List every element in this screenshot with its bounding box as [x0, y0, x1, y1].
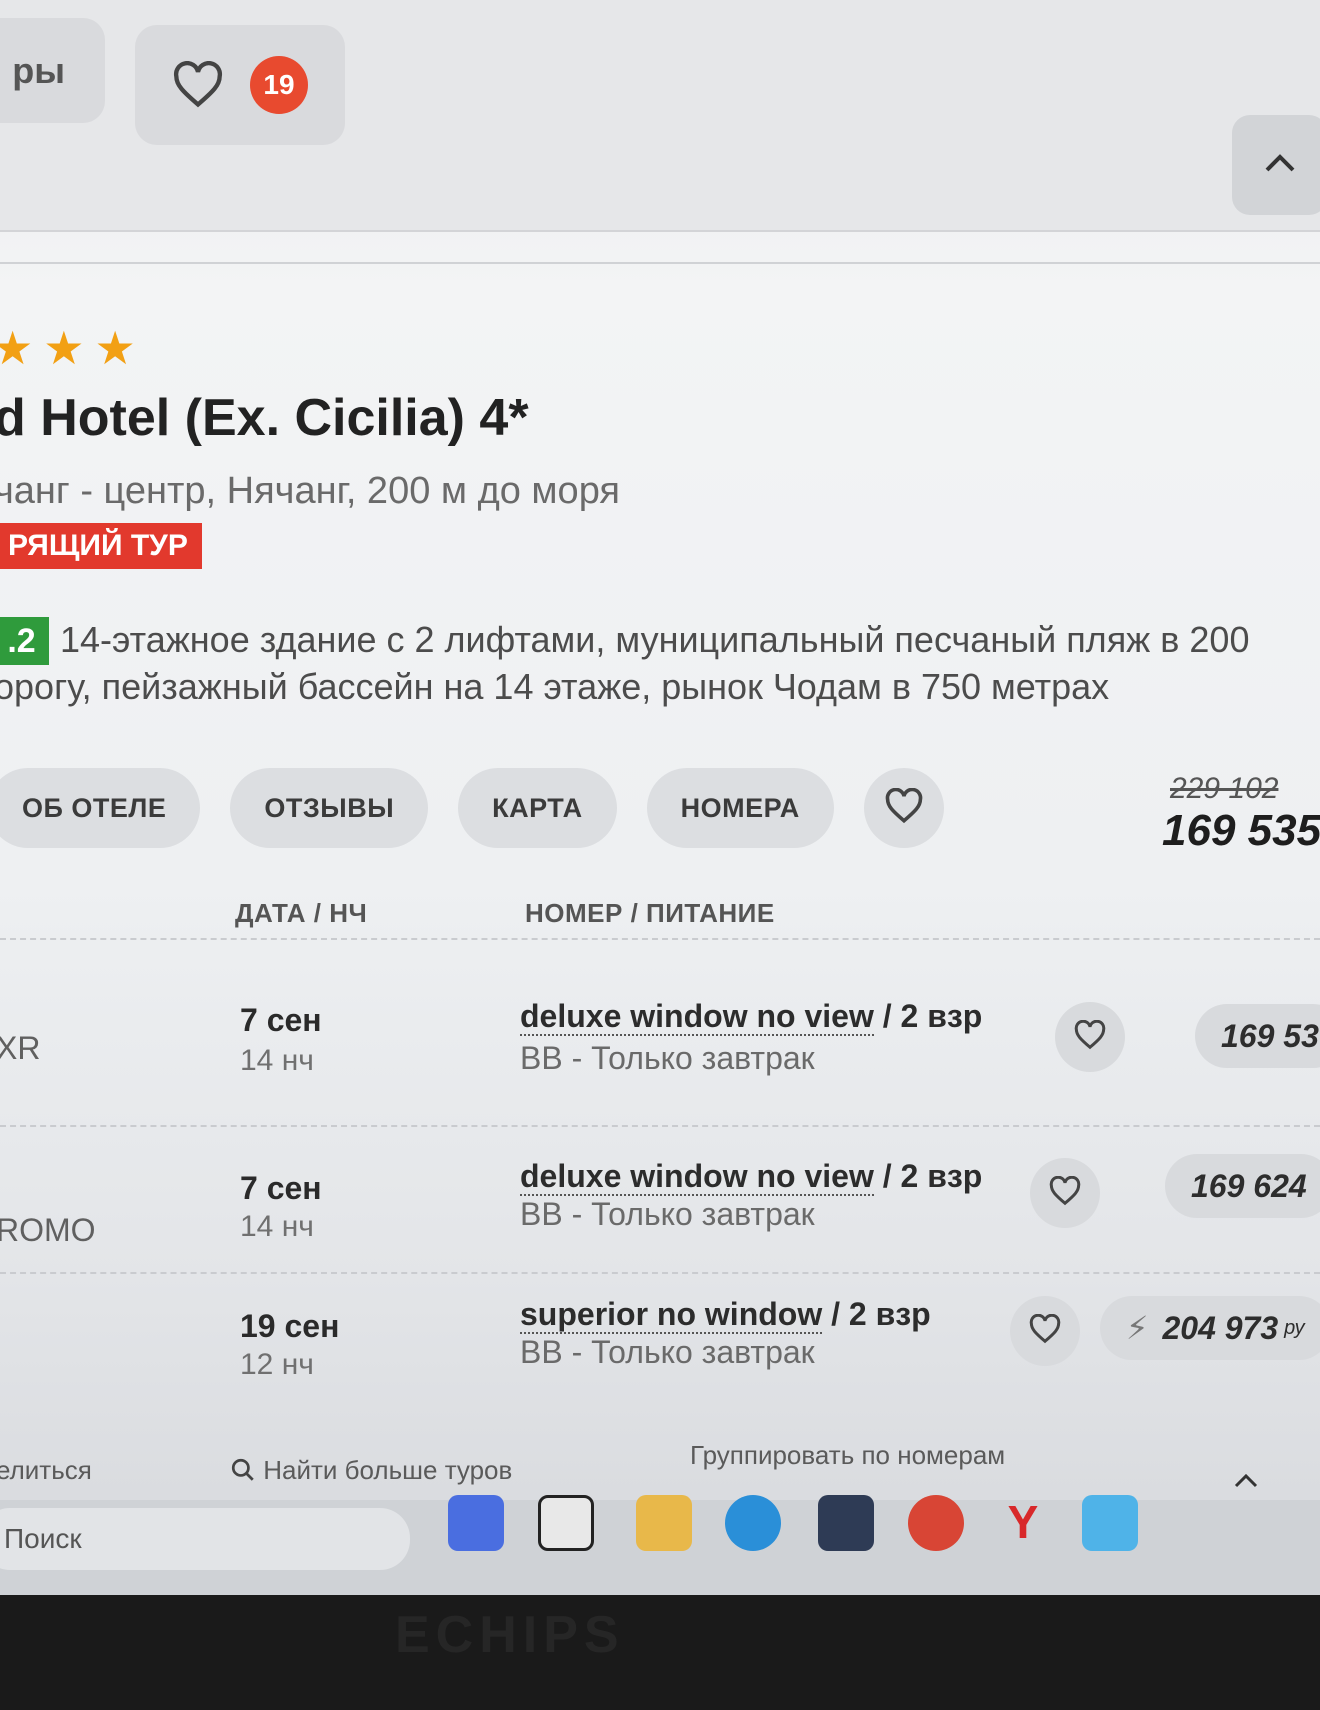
room-type[interactable]: deluxe window no view / 2 взр	[520, 1158, 983, 1196]
find-more-tours-link[interactable]: Найти больше туров	[230, 1455, 512, 1486]
file-explorer-icon[interactable]	[636, 1495, 692, 1551]
filter-pill[interactable]: ры	[0, 18, 105, 123]
tab-reviews[interactable]: ОТЗЫВЫ	[230, 768, 429, 848]
hotel-description-cont: орогу, пейзажный бассейн на 14 этаже, ры…	[0, 666, 1110, 707]
filter-pill-label: ры	[12, 49, 65, 91]
chat-app-icon[interactable]	[1082, 1495, 1138, 1551]
copilot-app-icon[interactable]	[448, 1495, 504, 1551]
screen: ры 19 ★ ★ ★ d Hotel (Ex. Cicilia) 4* чан…	[0, 0, 1320, 1595]
table-divider	[0, 1125, 1320, 1127]
table-row[interactable]: ROMO 7 сен 14 нч deluxe window no view /…	[0, 1150, 1320, 1300]
tour-date: 7 сен	[240, 1002, 322, 1038]
row-price-button[interactable]: ⚡ 204 973 ру	[1100, 1296, 1320, 1360]
tour-date: 7 сен	[240, 1170, 322, 1206]
room-guests: / 2 взр	[831, 1296, 931, 1332]
column-header-date: ДАТА / НЧ	[235, 898, 368, 928]
room-type[interactable]: superior no window / 2 взр	[520, 1296, 931, 1334]
heart-icon	[1048, 1175, 1082, 1211]
row-price-button[interactable]: 169 624	[1165, 1154, 1320, 1218]
operator-label: ROMO	[0, 1212, 96, 1248]
column-header-room: НОМЕР / ПИТАНИЕ	[525, 898, 775, 928]
room-guests: / 2 взр	[882, 998, 983, 1034]
room-guests: / 2 взр	[882, 1158, 983, 1194]
heart-icon	[172, 61, 224, 109]
star-icon: ★	[0, 322, 34, 374]
old-price: 229 102	[1170, 772, 1279, 805]
task-view-icon[interactable]	[538, 1495, 594, 1551]
tab-rooms[interactable]: НОМЕРА	[646, 768, 834, 848]
tour-nights: 14 нч	[240, 1210, 314, 1243]
heart-icon	[884, 787, 924, 829]
monitor-brand-logo: ECHIPS	[395, 1606, 625, 1664]
hotel-description: 14-этажное здание с 2 лифтами, муниципал…	[60, 619, 1250, 660]
hotel-title[interactable]: d Hotel (Ex. Cicilia) 4*	[0, 388, 529, 448]
room-name[interactable]: superior no window	[520, 1296, 823, 1334]
yandex-browser-icon[interactable]: Y	[995, 1495, 1051, 1551]
heart-icon	[1073, 1019, 1107, 1055]
room-name[interactable]: deluxe window no view	[520, 998, 874, 1036]
divider	[0, 262, 1320, 264]
currency-label: ру	[1284, 1316, 1305, 1339]
heart-icon	[1028, 1313, 1062, 1349]
group-by-rooms-link[interactable]: Группировать по номерам	[690, 1440, 1005, 1471]
row-price: 169 53	[1221, 1017, 1319, 1054]
row-price: 204 973	[1162, 1309, 1279, 1346]
favorites-button[interactable]: 19	[135, 25, 345, 145]
find-more-tours-label: Найти больше туров	[263, 1455, 513, 1485]
row-price-button[interactable]: 169 53	[1195, 1004, 1320, 1068]
hotel-favorite-button[interactable]	[863, 768, 944, 848]
chrome-browser-icon[interactable]	[908, 1495, 964, 1551]
tab-map[interactable]: КАРТА	[458, 768, 617, 848]
scroll-up-button[interactable]	[1232, 115, 1320, 215]
meal-plan: BB - Только завтрак	[520, 1196, 815, 1232]
favorites-count-badge: 19	[250, 56, 308, 114]
table-row[interactable]: XR 7 сен 14 нч deluxe window no view / 2…	[0, 990, 1320, 1140]
table-divider	[0, 1272, 1320, 1274]
table-row[interactable]: 19 сен 12 нч superior no window / 2 взр …	[0, 1290, 1320, 1440]
hotel-stars: ★ ★ ★	[0, 325, 136, 371]
star-icon: ★	[43, 322, 85, 374]
taskbar-search[interactable]: Поиск	[0, 1508, 410, 1570]
row-price: 169 624	[1191, 1167, 1307, 1204]
tab-about[interactable]: ОБ ОТЕЛЕ	[0, 768, 201, 848]
chevron-up-icon	[1263, 152, 1297, 179]
rating-badge: .2	[0, 617, 49, 665]
chevron-up-icon[interactable]	[1232, 1472, 1260, 1495]
row-favorite-button[interactable]	[1055, 1002, 1125, 1072]
hotel-tabs: ОБ ОТЕЛЕ ОТЗЫВЫ КАРТА НОМЕРА	[0, 768, 944, 848]
meal-plan: BB - Только завтрак	[520, 1040, 815, 1076]
top-bar: ры 19	[0, 0, 1320, 232]
current-price: 169 535	[1162, 806, 1320, 855]
tour-nights: 12 нч	[240, 1348, 314, 1381]
hot-tour-tag: РЯЩИЙ ТУР	[0, 523, 202, 569]
row-favorite-button[interactable]	[1010, 1296, 1080, 1366]
edge-browser-icon[interactable]	[725, 1495, 781, 1551]
store-icon[interactable]	[818, 1495, 874, 1551]
hotel-location: чанг - центр, Нячанг, 200 м до моря	[0, 470, 620, 512]
star-icon: ★	[94, 322, 136, 374]
room-name[interactable]: deluxe window no view	[520, 1158, 874, 1196]
operator-label: XR	[0, 1030, 41, 1066]
tour-nights: 14 нч	[240, 1044, 314, 1077]
table-divider	[0, 938, 1320, 940]
meal-plan: BB - Только завтрак	[520, 1334, 815, 1370]
tour-date: 19 сен	[240, 1308, 340, 1344]
row-favorite-button[interactable]	[1030, 1158, 1100, 1228]
room-type[interactable]: deluxe window no view / 2 взр	[520, 998, 983, 1036]
search-icon	[230, 1455, 263, 1485]
share-link[interactable]: елиться	[0, 1455, 92, 1486]
lightning-icon: ⚡	[1126, 1310, 1149, 1346]
